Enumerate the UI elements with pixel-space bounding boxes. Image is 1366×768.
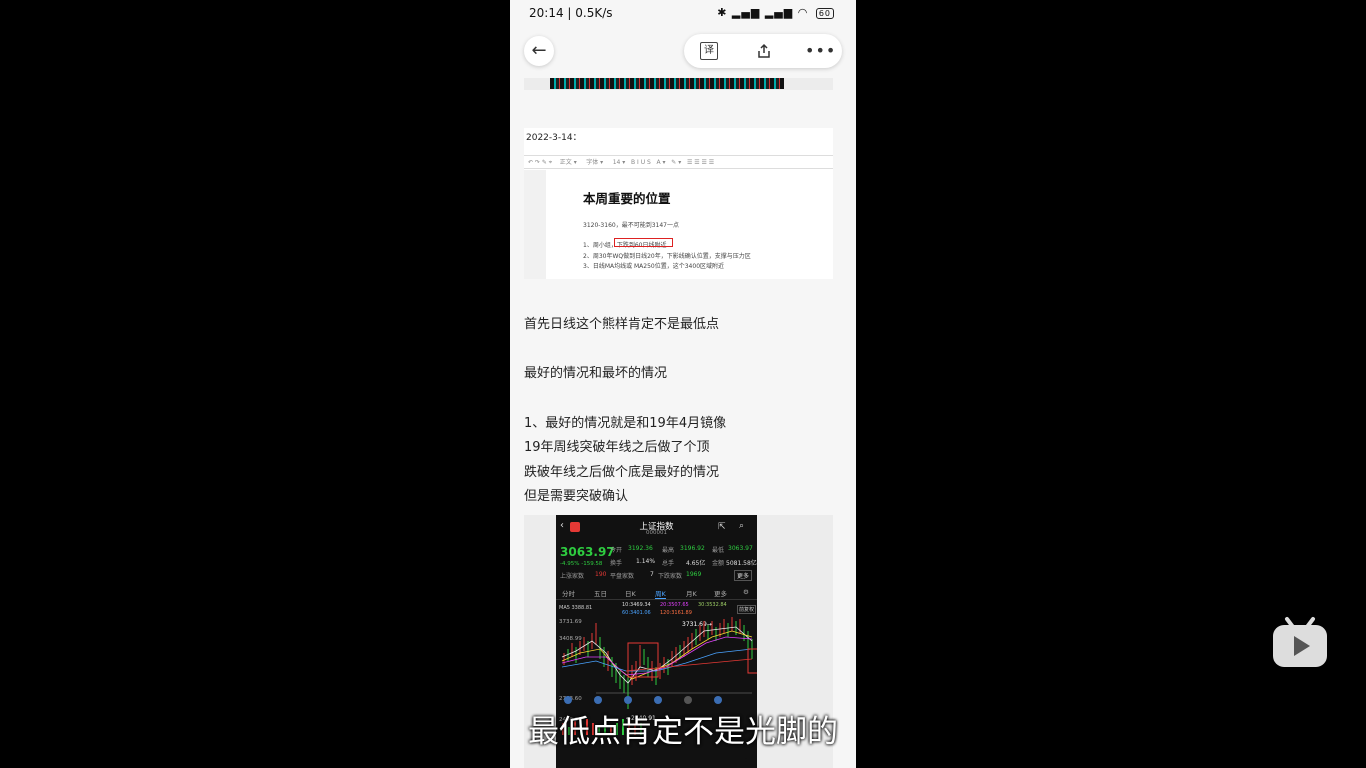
battery-icon: 60 xyxy=(815,8,834,19)
previous-image-bottom xyxy=(524,78,833,90)
red-highlight-box xyxy=(614,238,673,247)
home-indicator[interactable] xyxy=(619,758,747,762)
paragraph: 1、最好的情况就是和19年4月镜像 xyxy=(524,416,727,431)
fall-label: 下跌家数 xyxy=(658,573,683,580)
bottom-icons xyxy=(564,696,722,704)
wifi-icon: ◠ xyxy=(797,6,809,19)
stat-label: 总手 xyxy=(662,560,675,567)
doc-line: 3120-3160，最不可能到3147一点 xyxy=(583,222,679,229)
action-pill: 译 ••• xyxy=(684,34,842,68)
tab-five-day[interactable]: 五日 xyxy=(594,588,607,598)
stock-change: -4.95% -159.58 xyxy=(560,561,603,567)
trend-line-red xyxy=(625,658,753,672)
rise-count: 190 xyxy=(595,571,607,578)
stat-label: 最高 xyxy=(662,547,675,554)
doc-margin xyxy=(524,170,546,279)
ma-line-white xyxy=(561,626,753,684)
stat-value: 3063.97 xyxy=(728,545,753,552)
signal-icon: ▂▄▆ xyxy=(731,6,761,19)
document-screenshot[interactable]: 2022-3-14： ↶ ↷ ✎ ⌖ 正文 ▾ 字体 ▾ 14 ▾ B I U … xyxy=(524,128,833,279)
stock-header: ‹ 上证指数 000001 ⇱ ⌕ xyxy=(556,515,757,539)
period-tabs: 分时 五日 日K 周K 月K 更多 ⚙ xyxy=(556,585,757,600)
video-subtitle: 最低点肯定不是光脚的 xyxy=(528,714,838,750)
paragraph: 最好的情况和最坏的情况 xyxy=(524,366,668,381)
more-stats-button[interactable]: 更多 xyxy=(734,570,753,581)
stat-value: 3192.36 xyxy=(628,545,653,552)
translate-icon: 译 xyxy=(704,45,714,56)
doc-title: 本周重要的位置 xyxy=(583,191,671,206)
fall-count: 1969 xyxy=(686,571,702,578)
doc-list-item: 2、周30年WQ做到日线20年，下影线确认位置，支撑与压力区 xyxy=(583,253,751,260)
more-button[interactable]: ••• xyxy=(805,40,835,62)
signal2-icon: ▂▄▆ xyxy=(764,6,794,19)
share-icon xyxy=(758,43,770,58)
stat-label: 最低 xyxy=(712,547,725,554)
stock-code: 000001 xyxy=(646,530,667,536)
top-toolbar: ← 译 ••• xyxy=(510,32,856,72)
flat-label: 平盘家数 xyxy=(610,573,635,580)
tab-daily-k[interactable]: 日K xyxy=(625,588,636,598)
tab-intraday[interactable]: 分时 xyxy=(562,588,575,598)
doc-date: 2022-3-14： xyxy=(526,133,582,143)
share-icon: ⇱ xyxy=(718,522,726,532)
chart-strip xyxy=(550,78,784,89)
tab-more[interactable]: 更多 xyxy=(714,588,727,598)
doc-list-item: 3、日线MA均线或 MA250位置，这个3400区域附近 xyxy=(583,263,725,270)
bilibili-watermark-icon xyxy=(1273,617,1327,667)
breadth-row: 上涨家数 190 平盘家数 7 下跌家数 1969 更多 xyxy=(560,570,755,581)
tab-monthly-k[interactable]: 月K xyxy=(686,588,697,598)
phone-screen: 20:14 | 0.5K/s ✱ ▂▄▆ ▂▄▆ ◠ 60 ← 译 ••• 20… xyxy=(510,0,856,768)
more-dots-icon: ••• xyxy=(805,41,837,60)
paragraph: 首先日线这个熊样肯定不是最低点 xyxy=(524,317,720,332)
stat-value: 5081.58亿 xyxy=(726,560,757,567)
status-bar: 20:14 | 0.5K/s ✱ ▂▄▆ ▂▄▆ ◠ 60 xyxy=(510,0,856,26)
stat-value: 4.65亿 xyxy=(686,560,706,567)
rise-label: 上涨家数 xyxy=(560,573,585,580)
paragraph: 19年周线突破年线之后做了个顶 xyxy=(524,440,710,455)
settings-gear-icon[interactable]: ⚙ xyxy=(743,588,749,596)
translate-button[interactable]: 译 xyxy=(700,42,718,60)
stat-label: 今开 xyxy=(610,547,623,554)
stock-price: 3063.97 xyxy=(560,545,615,559)
doc-editor-toolbar: ↶ ↷ ✎ ⌖ 正文 ▾ 字体 ▾ 14 ▾ B I U S A ▾ ✎ ▾ ☰… xyxy=(524,155,833,169)
stat-label: 金额 xyxy=(712,560,725,567)
share-button[interactable] xyxy=(753,40,775,62)
status-time: 20:14 | 0.5K/s xyxy=(529,6,613,20)
tab-weekly-k[interactable]: 周K xyxy=(655,588,666,599)
stat-value: 1.14% xyxy=(636,558,656,565)
search-icon: ⌕ xyxy=(739,521,745,531)
paragraph: 但是需要突破确认 xyxy=(524,489,629,504)
paragraph: 跌破年线之后做个底是最好的情况 xyxy=(524,465,720,480)
back-button[interactable]: ← xyxy=(524,36,554,66)
status-icons: ✱ ▂▄▆ ▂▄▆ ◠ 60 xyxy=(717,6,834,19)
back-arrow-icon: ← xyxy=(531,40,547,61)
flat-count: 7 xyxy=(650,571,654,578)
ma-line-yellow xyxy=(561,630,753,680)
bluetooth-icon: ✱ xyxy=(717,6,728,19)
stat-label: 换手 xyxy=(610,560,623,567)
stat-value: 3196.92 xyxy=(680,545,705,552)
